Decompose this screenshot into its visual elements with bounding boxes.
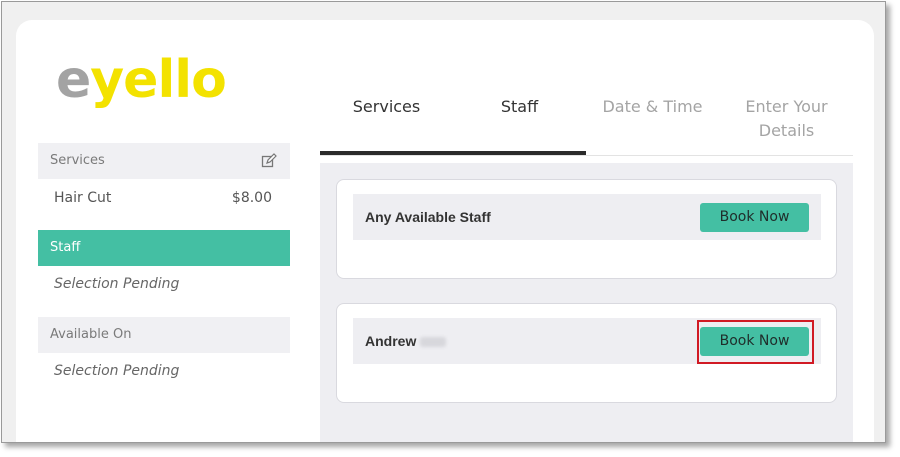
staff-name: Andrew xyxy=(365,318,447,364)
available-on-label: Available On xyxy=(50,327,132,342)
book-now-button[interactable]: Book Now xyxy=(700,203,809,232)
staff-card: Any Available Staff Book Now xyxy=(336,179,837,279)
book-now-button[interactable]: Book Now xyxy=(700,327,809,356)
staff-card: Andrew Book Now xyxy=(336,303,837,403)
staff-summary-header: Staff xyxy=(38,230,290,266)
staff-row: Andrew Book Now xyxy=(353,318,821,364)
services-summary-label: Services xyxy=(50,153,105,168)
tabs-divider xyxy=(320,155,853,156)
available-on-header: Available On xyxy=(38,317,290,353)
tab-services[interactable]: Services xyxy=(320,95,453,119)
selected-service-row: Hair Cut $8.00 xyxy=(38,183,290,213)
staff-summary-label: Staff xyxy=(50,240,81,255)
tab-date-time[interactable]: Date & Time xyxy=(586,95,719,119)
tab-staff[interactable]: Staff xyxy=(453,95,586,119)
available-on-pending: Selection Pending xyxy=(54,363,180,379)
services-summary-header: Services xyxy=(38,143,290,179)
tab-enter-details[interactable]: Enter Your Details xyxy=(720,95,853,143)
service-name: Hair Cut xyxy=(54,190,112,206)
app-window: eyello Services Hair Cut $8.00 Staff Sel… xyxy=(1,1,886,443)
redacted-surname xyxy=(420,337,447,348)
tabs-progress-indicator xyxy=(320,151,586,155)
staff-row: Any Available Staff Book Now xyxy=(353,194,821,240)
staff-selection-pending: Selection Pending xyxy=(54,276,180,292)
eyello-logo: eyello xyxy=(56,50,227,110)
staff-list-panel: Any Available Staff Book Now Andrew Book… xyxy=(320,163,853,442)
booking-card: eyello Services Hair Cut $8.00 Staff Sel… xyxy=(16,20,874,442)
staff-name: Any Available Staff xyxy=(365,209,491,225)
booking-steps-tabs: Services Staff Date & Time Enter Your De… xyxy=(320,95,853,157)
service-price: $8.00 xyxy=(231,190,272,206)
edit-icon[interactable] xyxy=(261,153,277,169)
